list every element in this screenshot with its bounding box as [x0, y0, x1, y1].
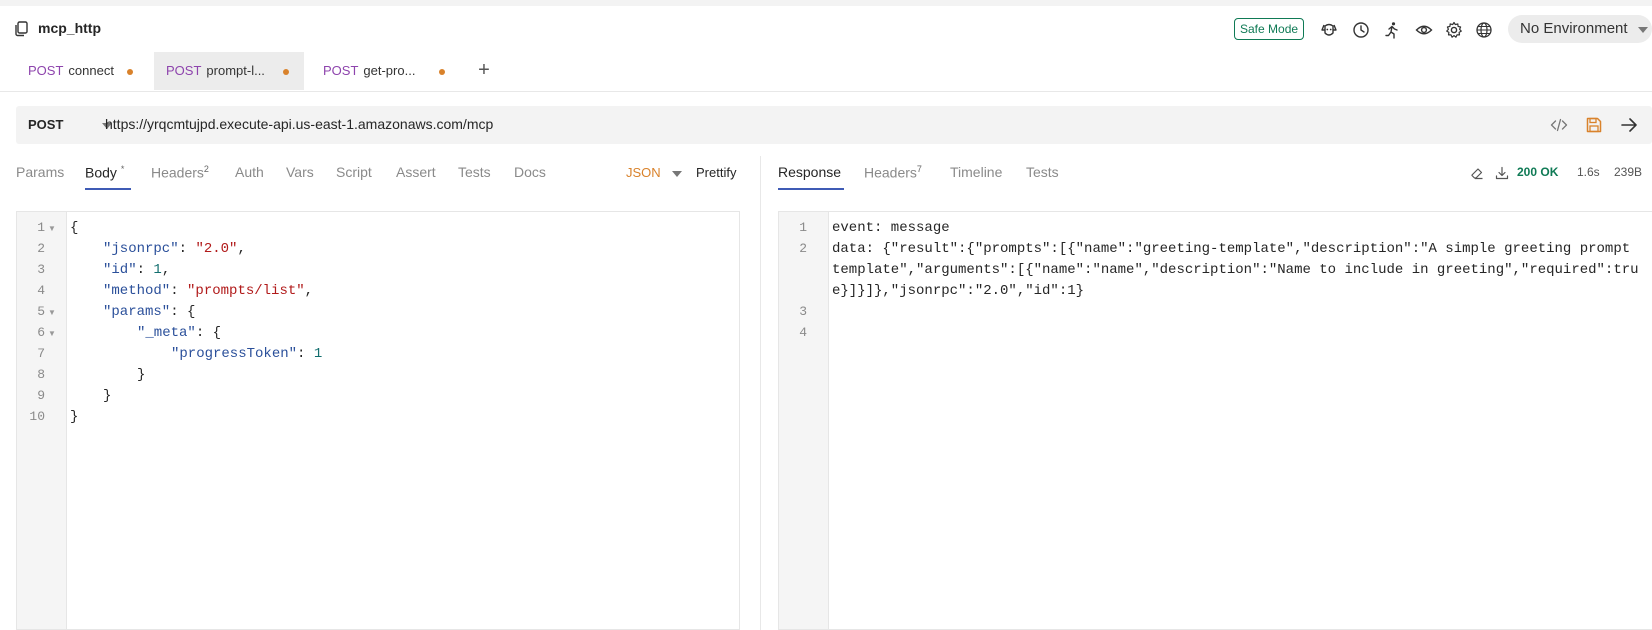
tab-label: connect [68, 63, 114, 78]
chevron-down-icon [1638, 27, 1648, 33]
fold-arrow-icon[interactable]: ▼ [48, 224, 56, 233]
code-line: "params": { [103, 304, 196, 320]
line-number: 1 [37, 220, 45, 235]
app-header: mcp_http Safe Mode No Environment [0, 6, 1652, 52]
tab-timeline[interactable]: Timeline [950, 164, 1002, 180]
request-body-editor[interactable]: 1 ▼ 2 3 4 5 ▼ 6 ▼ 7 8 9 10 { "jsonrpc": … [16, 211, 740, 630]
runner-icon[interactable] [1383, 21, 1401, 39]
line-number: 4 [799, 325, 807, 340]
save-icon[interactable] [1585, 116, 1603, 134]
gear-icon[interactable] [1445, 21, 1463, 39]
code-line: "jsonrpc": "2.0", [103, 241, 246, 257]
code-line: "_meta": { [137, 325, 222, 341]
response-status: 200 OK [1517, 165, 1559, 179]
dog-icon[interactable] [1320, 21, 1338, 39]
response-line: event: message [832, 220, 950, 236]
code-icon[interactable] [1550, 116, 1568, 134]
request-tab-connect[interactable]: POST connect [16, 52, 145, 90]
tab-docs[interactable]: Docs [514, 164, 546, 180]
url-bar: POST https://yrqcmtujpd.execute-api.us-e… [16, 106, 1652, 144]
tab-assert[interactable]: Assert [396, 164, 436, 180]
line-number: 8 [37, 367, 45, 382]
line-number-gutter [779, 212, 829, 629]
line-number: 2 [799, 241, 807, 256]
response-line: template","arguments":[{"name":"name","d… [832, 262, 1639, 278]
response-headers-count: 7 [916, 164, 922, 174]
tab-method: POST [323, 63, 359, 78]
active-tab-underline [778, 188, 844, 190]
response-line: e}]}]},"jsonrpc":"2.0","id":1} [832, 283, 1085, 299]
fold-arrow-icon[interactable]: ▼ [48, 329, 56, 338]
globe-icon[interactable] [1475, 21, 1493, 39]
tab-label: prompt-l... [206, 63, 265, 78]
tab-response-tests[interactable]: Tests [1026, 164, 1059, 180]
response-size: 239B [1614, 165, 1643, 179]
fold-arrow-icon[interactable]: ▼ [48, 308, 56, 317]
tab-body[interactable]: Body * [85, 164, 124, 181]
request-tabs-bar: POST connect POST prompt-l... POST get-pro.… [0, 52, 1652, 92]
active-tab-underline [85, 188, 131, 190]
line-number: 9 [37, 388, 45, 403]
code-line: } [103, 388, 112, 404]
eraser-icon[interactable] [1470, 166, 1484, 180]
chevron-down-icon[interactable] [672, 171, 682, 177]
tab-label: get-pro... [363, 63, 416, 78]
tab-method: POST [28, 63, 64, 78]
code-line: { [70, 220, 79, 236]
line-number: 6 [37, 325, 45, 340]
code-line: } [70, 409, 79, 425]
line-number: 2 [37, 241, 45, 256]
code-line: "method": "prompts/list", [103, 283, 314, 299]
environment-label: No Environment [1520, 20, 1628, 37]
eye-icon[interactable] [1415, 21, 1433, 39]
response-line: data: {"result":{"prompts":[{"name":"gre… [832, 241, 1631, 257]
line-number: 3 [37, 262, 45, 277]
unsaved-dot-icon [283, 69, 289, 75]
tab-response-headers-label: Headers [864, 164, 917, 181]
download-icon[interactable] [1495, 166, 1509, 180]
tab-auth[interactable]: Auth [235, 164, 264, 180]
method-selector[interactable]: POST [28, 117, 63, 132]
line-number: 10 [29, 409, 45, 424]
line-number: 5 [37, 304, 45, 319]
new-tab-button[interactable]: + [476, 60, 492, 80]
body-modified-marker: * [120, 164, 125, 174]
safe-mode-badge[interactable]: Safe Mode [1234, 18, 1305, 40]
tab-response-headers[interactable]: Headers7 [864, 164, 922, 181]
code-line: "id": 1, [103, 262, 171, 278]
tab-headers-label: Headers [151, 164, 204, 181]
pane-divider[interactable] [760, 156, 761, 630]
tab-tests[interactable]: Tests [458, 164, 491, 180]
collection-title: mcp_http [38, 20, 101, 36]
line-number: 1 [799, 220, 807, 235]
code-line: } [137, 367, 146, 383]
line-number: 7 [37, 346, 45, 361]
unsaved-dot-icon [439, 69, 445, 75]
arrow-right-icon[interactable] [1620, 116, 1638, 134]
request-tab-prompt-list[interactable]: POST prompt-l... [154, 52, 304, 90]
response-time: 1.6s [1577, 165, 1600, 179]
tab-response[interactable]: Response [778, 164, 841, 180]
code-line: "progressToken": 1 [171, 346, 323, 362]
prettify-button[interactable]: Prettify [696, 165, 736, 180]
line-number: 4 [37, 283, 45, 298]
environment-selector[interactable]: No Environment [1508, 15, 1652, 43]
request-tab-get-prompt[interactable]: POST get-pro... [311, 52, 461, 90]
copy-icon[interactable] [14, 21, 28, 37]
response-body-viewer[interactable]: 1 2 3 4 event: message data: {"result":{… [778, 211, 1652, 630]
tab-vars[interactable]: Vars [286, 164, 314, 180]
tab-script[interactable]: Script [336, 164, 372, 180]
tab-headers[interactable]: Headers2 [151, 164, 209, 181]
unsaved-dot-icon [127, 69, 133, 75]
line-number: 3 [799, 304, 807, 319]
tab-body-label: Body [85, 164, 117, 181]
tab-params[interactable]: Params [16, 164, 64, 180]
headers-count: 2 [203, 164, 209, 174]
body-mode-selector[interactable]: JSON [626, 165, 661, 180]
url-input[interactable]: https://yrqcmtujpd.execute-api.us-east-1… [105, 116, 493, 132]
clock-icon[interactable] [1352, 21, 1370, 39]
tab-method: POST [166, 63, 202, 78]
